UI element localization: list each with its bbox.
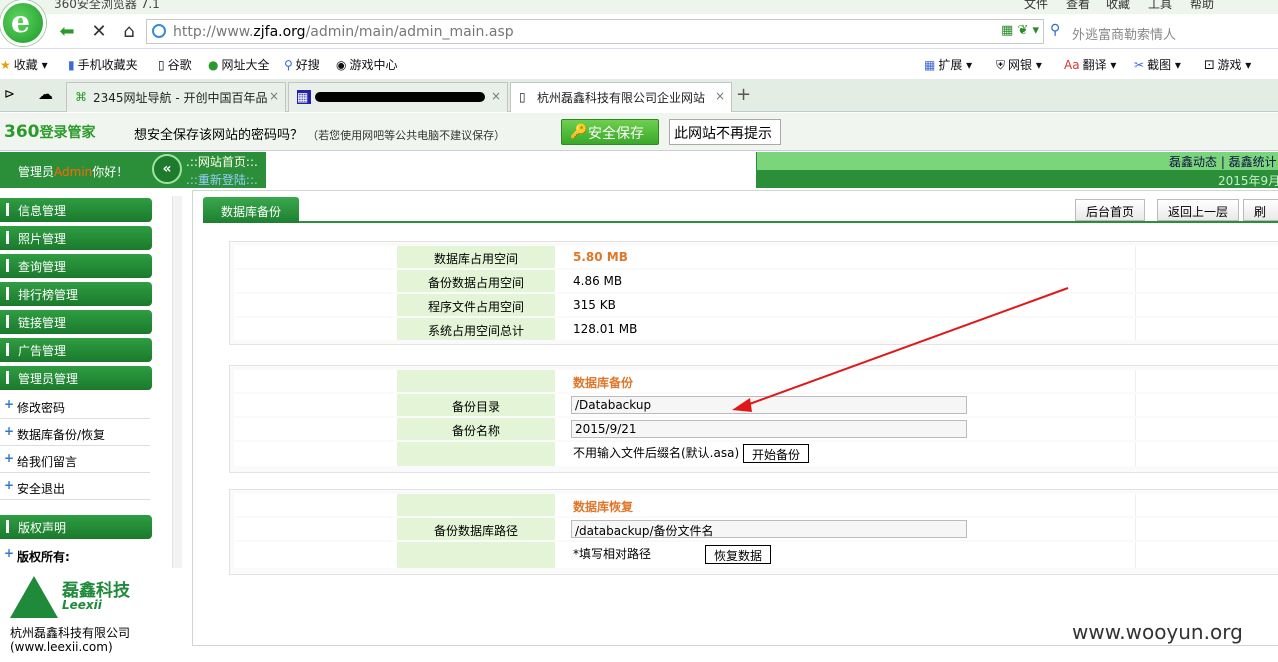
watermark: www.wooyun.org — [1072, 620, 1243, 644]
red-annotation-arrow — [732, 287, 1069, 412]
